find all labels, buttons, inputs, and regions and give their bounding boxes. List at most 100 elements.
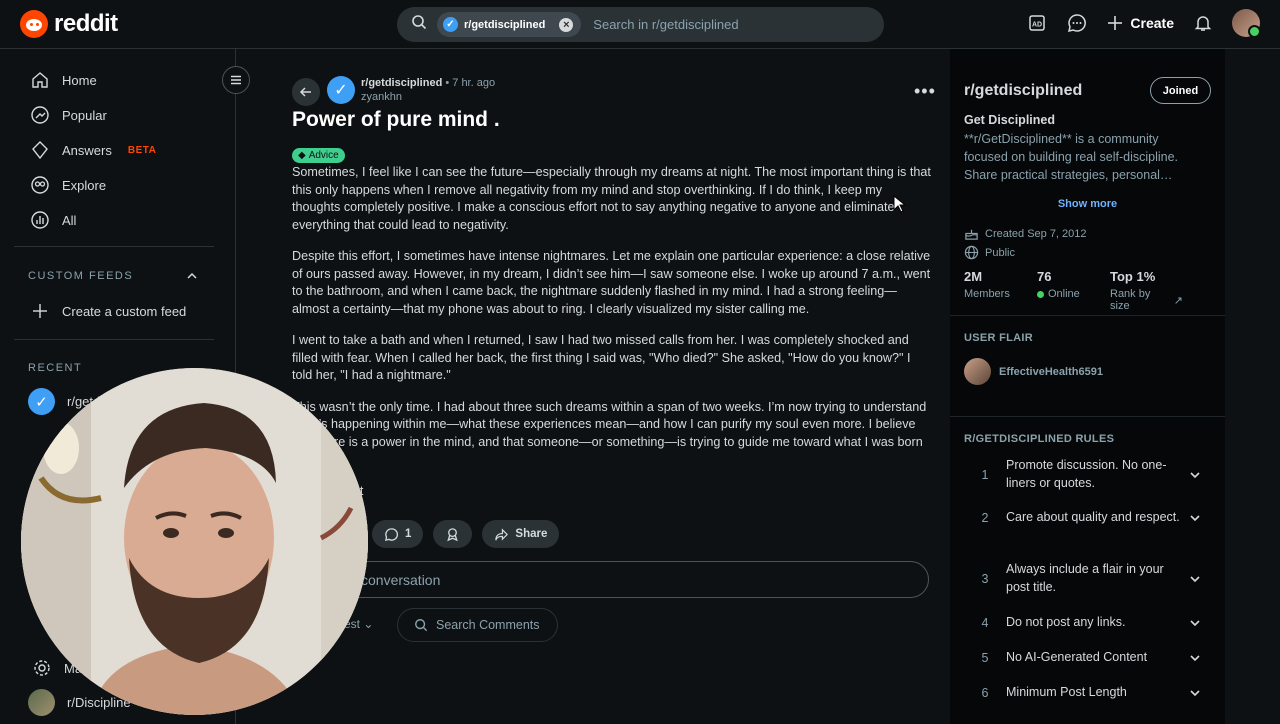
sidebar-item-home[interactable]: Home (30, 70, 97, 90)
rule-number: 2 (981, 510, 989, 525)
visibility-row: Public (964, 245, 1015, 260)
post-body: Sometimes, I feel like I can see the fut… (292, 164, 932, 514)
subreddit-check-icon: ✓ (443, 17, 458, 32)
joined-button[interactable]: Joined (1150, 77, 1211, 104)
recent-header[interactable]: RECENT (28, 362, 82, 374)
home-icon (32, 72, 48, 88)
rule-text: Always include a flair in your post titl… (1006, 562, 1164, 594)
comments-button[interactable]: 1 (372, 520, 424, 548)
community-name[interactable]: r/getdisciplined (964, 82, 1082, 100)
sidebar-item-explore[interactable]: Explore (30, 175, 106, 195)
chevron-down-icon[interactable] (1181, 512, 1201, 524)
user-avatar[interactable] (1232, 9, 1261, 38)
plus-icon (33, 304, 47, 318)
community-sidebar: r/getdisciplined Joined Get Disciplined … (950, 49, 1225, 724)
cake-icon (965, 229, 978, 240)
search-scope-chip[interactable]: ✓ r/getdisciplined × (437, 12, 582, 37)
rule-item[interactable]: 4 Do not post any links. (964, 614, 1215, 632)
menu-icon (231, 75, 241, 85)
post-paragraph: SS : Chatgpt (292, 483, 932, 501)
plus-icon (1108, 16, 1123, 30)
rule-text: No AI-Generated Content (1006, 650, 1148, 664)
create-custom-feed-label: Create a custom feed (62, 303, 187, 319)
rule-item[interactable]: 3 Always include a flair in your post ti… (964, 561, 1215, 596)
divider (950, 315, 1225, 316)
rule-text: Do not post any links. (1006, 615, 1126, 629)
sidebar-collapse-button[interactable] (222, 66, 250, 94)
search-icon (411, 14, 427, 35)
show-more-link[interactable]: Show more (950, 198, 1225, 210)
chat-icon[interactable] (1066, 12, 1088, 34)
rule-text: Promote discussion. No one-liners or quo… (1006, 458, 1167, 490)
community-stats: 2M Members 76 Online Top 1% Rank by size… (964, 269, 1183, 312)
stat-value: 2M (964, 269, 983, 284)
external-link-icon: ↗ (1173, 294, 1183, 307)
notification-bell-icon[interactable] (1192, 12, 1214, 34)
comment-placeholder: conversation (361, 571, 441, 588)
rule-text: Minimum Post Length (1006, 685, 1127, 699)
comment-count: 1 (405, 528, 412, 540)
post-meta: r/getdisciplined • 7 hr. ago zyankhn (361, 77, 495, 103)
custom-feeds-header[interactable]: CUSTOM FEEDS (28, 270, 133, 282)
answers-icon (32, 141, 48, 160)
user-flair-header: USER FLAIR (964, 332, 1033, 344)
rule-item[interactable]: 5 No AI-Generated Content (964, 649, 1215, 667)
chevron-down-icon[interactable] (1181, 573, 1201, 585)
post-subreddit-link[interactable]: r/getdisciplined (361, 77, 442, 89)
rule-number: 4 (981, 615, 989, 630)
rank-stat[interactable]: Top 1% Rank by size ↗ (1110, 269, 1183, 312)
sidebar-item-label: Answers (62, 142, 112, 158)
chevron-up-icon[interactable] (186, 270, 198, 282)
chevron-down-icon[interactable] (1181, 617, 1201, 629)
user-flair-preview[interactable]: EffectiveHealth6591 (964, 358, 1103, 385)
search-input[interactable]: Search in r/getdisciplined (593, 17, 738, 32)
clear-scope-icon[interactable]: × (559, 17, 574, 32)
post-title: Power of pure mind . (292, 108, 500, 131)
search-bar[interactable]: ✓ r/getdisciplined × Search in r/getdisc… (397, 7, 884, 42)
rule-item[interactable]: 6 Minimum Post Length (964, 684, 1215, 702)
sidebar-item-popular[interactable]: Popular (30, 105, 107, 125)
rule-number: 5 (981, 650, 989, 665)
chevron-down-icon[interactable] (1181, 687, 1201, 699)
subreddit-avatar (28, 689, 55, 716)
rule-item[interactable]: 1 Promote discussion. No one-liners or q… (964, 457, 1215, 492)
stat-label: Online (1048, 288, 1080, 300)
sidebar-item-all[interactable]: All (30, 210, 76, 230)
create-custom-feed-button[interactable]: Create a custom feed (30, 301, 186, 321)
search-scope-label: r/getdisciplined (464, 18, 546, 31)
chevron-down-icon[interactable] (1181, 469, 1201, 481)
stat-value: Top 1% (1110, 269, 1156, 284)
rule-item[interactable]: 2 Care about quality and respect. (964, 509, 1215, 527)
post-flair[interactable]: ◆ Advice (292, 148, 345, 163)
stat-value: 76 (1037, 269, 1052, 284)
reddit-snoo-icon (20, 10, 48, 38)
rule-number: 1 (981, 467, 989, 482)
online-dot-icon (1037, 290, 1044, 298)
advertise-icon[interactable]: AD (1026, 12, 1048, 34)
sidebar-item-answers[interactable]: Answers BETA (30, 140, 156, 160)
rule-text: Care about quality and respect. (1006, 510, 1180, 524)
community-heading: Get Disciplined (964, 113, 1055, 127)
mouse-cursor-icon (893, 195, 905, 213)
reddit-logo[interactable]: reddit (20, 10, 118, 38)
share-button[interactable]: Share (482, 520, 560, 548)
chevron-down-icon[interactable] (1181, 652, 1201, 664)
back-button[interactable] (292, 78, 320, 106)
comment-input[interactable]: conversation (292, 561, 929, 598)
post-time: • 7 hr. ago (445, 77, 496, 89)
sidebar-item-label: Home (62, 72, 97, 88)
subreddit-avatar-icon[interactable]: ✓ (327, 76, 355, 104)
create-button[interactable]: Create (1106, 14, 1174, 32)
subreddit-check-icon: ✓ (28, 388, 55, 415)
top-bar: reddit ✓ r/getdisciplined × Search in r/… (0, 0, 1280, 49)
comment-icon (385, 527, 399, 541)
divider (950, 416, 1225, 417)
more-options-icon[interactable]: ••• (914, 81, 936, 102)
logo-text: reddit (54, 10, 118, 37)
search-comments-input[interactable]: Search Comments (397, 608, 558, 642)
sidebar-item-label: All (62, 212, 77, 228)
share-icon (495, 527, 509, 541)
post-author-link[interactable]: zyankhn (361, 91, 495, 103)
search-icon (415, 619, 428, 632)
award-button[interactable] (433, 520, 473, 548)
